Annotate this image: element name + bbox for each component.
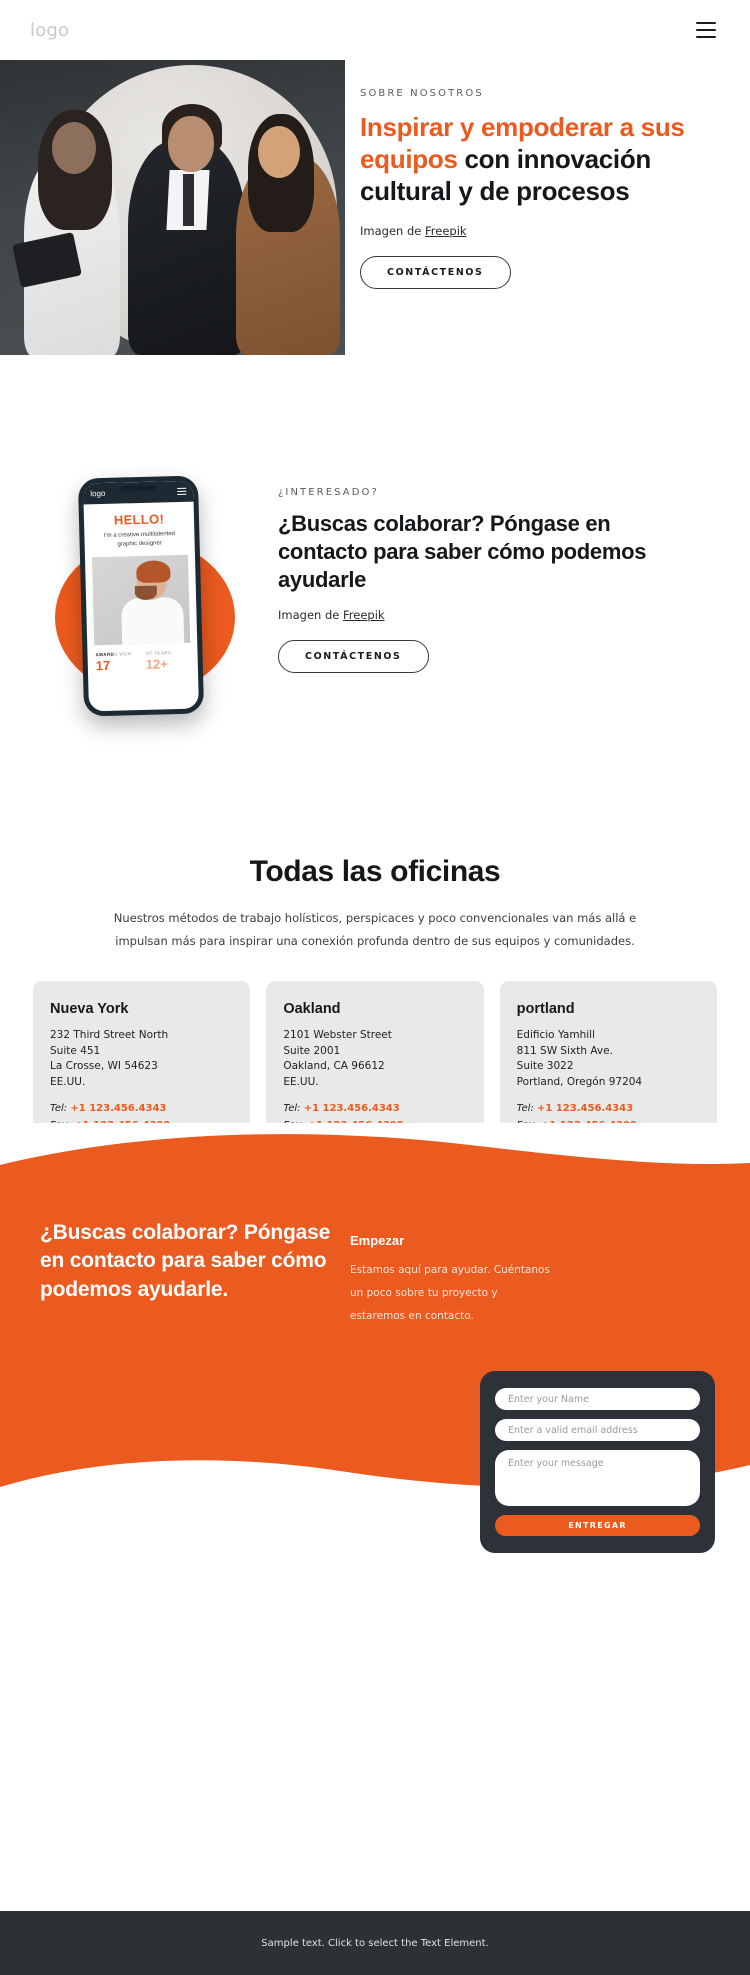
offices-lead-line2: impulsan más para inspirar una conexión … bbox=[115, 934, 635, 948]
email-input[interactable] bbox=[495, 1419, 700, 1442]
site-footer: Sample text. Click to select the Text El… bbox=[0, 1908, 750, 1975]
hero-credit-prefix: Imagen de bbox=[360, 223, 425, 238]
office-name: portland bbox=[516, 1001, 575, 1017]
collaborate-eyebrow: ¿INTERESADO? bbox=[278, 487, 379, 498]
hamburger-bar bbox=[696, 22, 716, 24]
phone-logo: logo bbox=[90, 488, 106, 499]
phone-stat-label: OF YEARS bbox=[145, 650, 172, 656]
hero-person-center-tie bbox=[183, 174, 194, 226]
hero-person-right-head bbox=[258, 126, 300, 178]
collaborate-title: ¿Buscas colaborar? Póngase en contacto p… bbox=[278, 511, 647, 593]
collaborate-contact-button[interactable]: CONTÁCTENOS bbox=[278, 640, 429, 674]
phone-subtitle: I'm a creative multitalented graphic des… bbox=[103, 531, 176, 548]
hero-title: Inspirar y empoderar a sus equipos con i… bbox=[360, 111, 702, 208]
office-address: 232 Third Street North Suite 451 La Crosse… bbox=[50, 1029, 169, 1088]
office-tel: Tel: +1 123.456.4343 bbox=[50, 1103, 167, 1115]
hero-person-left-head bbox=[52, 122, 96, 174]
office-address: 2101 Webster Street Suite 2001 Oakland, CA… bbox=[283, 1029, 392, 1088]
hero-image bbox=[0, 60, 345, 355]
collaborate-copy: ¿INTERESADO? ¿Buscas colaborar? Póngase … bbox=[278, 485, 702, 735]
site-header: logo bbox=[0, 0, 750, 60]
hero-person-center-head bbox=[168, 116, 214, 172]
phone-portrait-hair bbox=[136, 560, 171, 584]
phone-stats: AWARDS WON 17 OF YEARS 12+ bbox=[87, 643, 198, 674]
hero-contact-button[interactable]: CONTÁCTENOS bbox=[360, 255, 511, 289]
cta-left-column: ¿Buscas colaborar? Póngase en contacto p… bbox=[40, 1219, 340, 1342]
collaborate-credit-link[interactable]: Freepik bbox=[343, 608, 385, 622]
hero-image-credit: Imagen de Freepik bbox=[360, 224, 702, 238]
office-tel: Tel: +1 123.456.4343 bbox=[283, 1103, 400, 1115]
phone-stat-item: OF YEARS 12+ bbox=[145, 650, 171, 672]
logo[interactable]: logo bbox=[30, 20, 69, 41]
phone-screen: logo HELLO! I'm a creative multitalented… bbox=[83, 480, 199, 712]
bottom-spacer bbox=[0, 1544, 750, 1640]
phone-stat-label: AWARDS WON bbox=[95, 651, 132, 658]
hero-copy: SOBRE NOSOTROS Inspirar y empoderar a su… bbox=[345, 60, 750, 355]
cta-heading: ¿Buscas colaborar? Póngase en contacto p… bbox=[40, 1221, 331, 1301]
collaborate-credit-prefix: Imagen de bbox=[278, 608, 343, 623]
cta-subheading: Empezar bbox=[350, 1233, 405, 1249]
collaborate-section: logo HELLO! I'm a creative multitalented… bbox=[0, 355, 750, 795]
footer-text[interactable]: Sample text. Click to select the Text El… bbox=[261, 1938, 488, 1949]
submit-button[interactable]: ENTREGAR bbox=[495, 1515, 700, 1537]
message-input[interactable] bbox=[495, 1450, 700, 1507]
cta-content: ¿Buscas colaborar? Póngase en contacto p… bbox=[0, 1124, 750, 1342]
phone-topbar: logo bbox=[83, 480, 194, 505]
phone-mockup-column: logo HELLO! I'm a creative multitalented… bbox=[55, 475, 270, 735]
office-address: Edificio Yamhill 811 SW Sixth Ave. Suite 3… bbox=[516, 1029, 643, 1088]
cta-section: ¿Buscas colaborar? Póngase en contacto p… bbox=[0, 1123, 750, 1554]
phone-stat-value: 12+ bbox=[145, 656, 169, 672]
hero-credit-link[interactable]: Freepik bbox=[425, 224, 467, 238]
offices-lead-line1: Nuestros métodos de trabajo holísticos, … bbox=[113, 911, 637, 925]
name-input[interactable] bbox=[495, 1388, 700, 1411]
hero-section: SOBRE NOSOTROS Inspirar y empoderar a su… bbox=[0, 60, 750, 355]
cta-body: Estamos aquí para ayudar. Cuéntanos un p… bbox=[350, 1264, 550, 1323]
phone-stat-item: AWARDS WON 17 bbox=[95, 651, 132, 673]
offices-section: Todas las oficinas Nuestros métodos de t… bbox=[0, 795, 750, 1160]
phone-notch-icon bbox=[120, 485, 157, 492]
cta-right-column: Empezar Estamos aquí para ayudar. Cuénta… bbox=[350, 1219, 710, 1342]
phone-mockup: logo HELLO! I'm a creative multitalented… bbox=[77, 475, 205, 717]
collaborate-image-credit: Imagen de Freepik bbox=[278, 608, 702, 622]
phone-portrait-body bbox=[121, 596, 185, 646]
contact-form: ENTREGAR bbox=[480, 1371, 715, 1554]
offices-lead: Nuestros métodos de trabajo holísticos, … bbox=[95, 907, 655, 953]
hamburger-bar bbox=[696, 36, 716, 38]
hero-eyebrow: SOBRE NOSOTROS bbox=[360, 88, 484, 99]
phone-hamburger-icon bbox=[177, 487, 187, 496]
office-name: Oakland bbox=[283, 1001, 341, 1017]
offices-title: Todas las oficinas bbox=[249, 855, 501, 888]
hamburger-icon[interactable] bbox=[696, 22, 716, 38]
phone-portrait-image bbox=[91, 554, 191, 646]
office-tel: Tel: +1 123.456.4343 bbox=[516, 1103, 634, 1115]
office-name: Nueva York bbox=[50, 1001, 129, 1017]
phone-stat-value: 17 bbox=[95, 657, 111, 674]
phone-hello-text: HELLO! bbox=[113, 511, 165, 528]
hamburger-bar bbox=[696, 29, 716, 31]
